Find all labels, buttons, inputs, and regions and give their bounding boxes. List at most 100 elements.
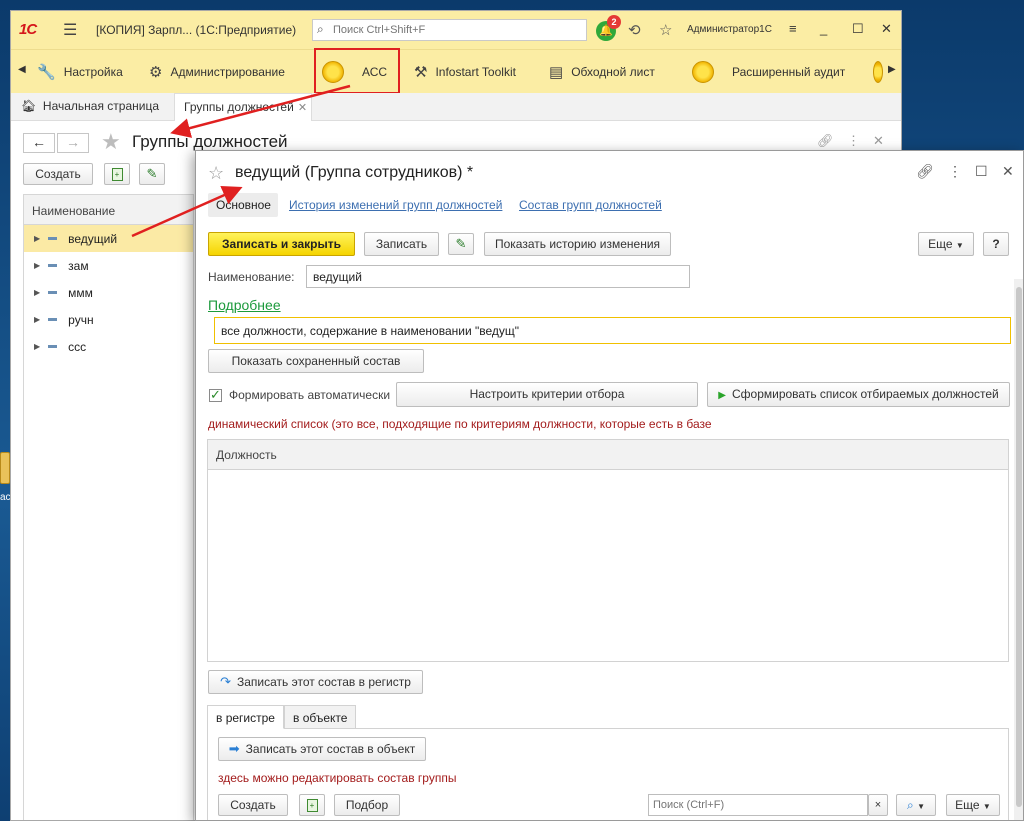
gear-icon: ⚙ — [149, 64, 163, 81]
details-link[interactable]: Подробнее — [208, 297, 281, 313]
tab-in-object[interactable]: в объекте — [284, 705, 357, 729]
auto-form-checkbox[interactable]: ✓ — [209, 387, 222, 402]
more-dots-icon[interactable]: ⋮ — [847, 133, 860, 149]
user-name[interactable]: Администратор1С — [687, 24, 772, 35]
menu-icon[interactable]: ☰ — [63, 20, 77, 40]
expand-triangle-icon[interactable]: ▶ — [34, 342, 40, 351]
group-icon — [48, 264, 58, 267]
maximize-icon[interactable]: ☐ — [975, 163, 988, 180]
group-icon — [48, 318, 58, 321]
tab-main[interactable]: Основное — [208, 193, 278, 217]
history-icon[interactable]: ⟲ — [628, 21, 641, 39]
coin-icon — [873, 61, 883, 83]
expand-triangle-icon[interactable]: ▶ — [34, 234, 40, 243]
help-button[interactable]: ? — [983, 232, 1009, 256]
favorite-star-icon[interactable]: ☆ — [208, 163, 224, 184]
global-search-input[interactable] — [333, 22, 583, 38]
group-icon — [48, 345, 58, 348]
edit-button[interactable]: ✎ — [448, 233, 474, 255]
forward-button[interactable]: → — [57, 133, 89, 153]
row-label: ведущий — [68, 231, 118, 246]
window-title: [КОПИЯ] Зарпл... (1С:Предприятие) — [96, 23, 297, 37]
table-row[interactable]: ▶ ссс — [24, 333, 193, 360]
position-groups-table: Наименование ▶ ведущий ▶ зам ▶ ммм ▶ ручн ▶ ссс — [23, 194, 194, 820]
section-infostart-toolkit[interactable]: ⚒ Infostart Toolkit — [414, 50, 516, 94]
section-settings[interactable]: 🔧 Настройка — [37, 50, 123, 94]
group-icon — [48, 237, 58, 240]
close-tab-icon[interactable]: ✕ — [298, 102, 307, 114]
section-extended-audit[interactable]: Расширенный аудит — [692, 50, 845, 94]
tab-position-groups[interactable]: Группы должностей ✕ — [174, 93, 312, 121]
redo-arrow-icon: ↷ — [220, 674, 231, 689]
link-icon[interactable]: 🔗︎ — [916, 163, 934, 180]
pick-button[interactable]: Подбор — [334, 794, 400, 816]
create-row-button[interactable]: Создать — [218, 794, 288, 816]
tools-icon: ⚒ — [414, 64, 428, 81]
row-label: ручн — [68, 312, 94, 327]
scrollbar-thumb[interactable] — [1016, 287, 1022, 807]
more-dots-icon[interactable]: ⋮ — [948, 163, 962, 180]
setup-criteria-button[interactable]: Настроить критерии отбора — [396, 382, 698, 407]
expand-triangle-icon[interactable]: ▶ — [34, 261, 40, 270]
arrow-right-icon: ➡ — [228, 741, 240, 756]
favorite-star-icon[interactable]: ★ — [101, 129, 121, 155]
scroll-left-icon[interactable]: ◀ — [18, 64, 26, 75]
create-button[interactable]: Создать — [23, 163, 93, 185]
name-input[interactable] — [306, 265, 690, 288]
table-row[interactable]: ▶ ручн — [24, 306, 193, 333]
build-positions-list-button[interactable]: ▶ Сформировать список отбираемых должност… — [707, 382, 1010, 407]
write-to-object-button[interactable]: ➡ Записать этот состав в объект — [218, 737, 426, 761]
scroll-right-icon[interactable]: ▶ — [888, 64, 896, 75]
edit-button[interactable]: ✎ — [139, 163, 165, 185]
table-search-input[interactable] — [648, 794, 868, 816]
app-logo: 1С — [19, 21, 37, 38]
table-row[interactable]: ▶ ведущий — [24, 225, 193, 252]
edit-composition-note: здесь можно редактировать состав группы — [218, 771, 457, 785]
section-bypass-list[interactable]: ▤ Обходной лист — [549, 50, 655, 94]
close-icon[interactable]: ✕ — [1002, 163, 1014, 180]
coin-icon — [692, 61, 714, 83]
chevron-down-icon: ▼ — [982, 802, 991, 811]
table-row[interactable]: ▶ ммм — [24, 279, 193, 306]
tab-history-link[interactable]: История изменений групп должностей — [289, 198, 502, 212]
clear-search-button[interactable]: × — [868, 794, 888, 816]
section-more[interactable] — [873, 50, 883, 94]
save-and-close-button[interactable]: Записать и закрыть — [208, 232, 355, 256]
more-button[interactable]: Еще ▼ — [918, 232, 974, 256]
expand-triangle-icon[interactable]: ▶ — [34, 288, 40, 297]
positions-table: Должность — [207, 439, 1009, 662]
desktop-folder-icon[interactable] — [0, 452, 10, 484]
copy-button[interactable]: + — [104, 163, 130, 185]
tab-home[interactable]: 🏠︎ Начальная страница — [21, 99, 159, 113]
copy-row-button[interactable]: + — [299, 794, 325, 816]
group-icon — [48, 291, 58, 294]
document-icon: + — [306, 799, 318, 813]
tab-composition-link[interactable]: Состав групп должностей — [519, 198, 662, 212]
write-to-register-button[interactable]: ↷ Записать этот состав в регистр — [208, 670, 423, 694]
minimize-icon[interactable]: _ — [820, 21, 827, 36]
home-icon: 🏠︎ — [21, 99, 37, 113]
form-scrollbar[interactable] — [1014, 279, 1023, 820]
tab-in-register[interactable]: в регистре — [207, 705, 284, 729]
maximize-icon[interactable]: ☐ — [852, 21, 864, 37]
details-input[interactable] — [214, 317, 1011, 344]
close-form-icon[interactable]: ✕ — [873, 133, 884, 149]
save-button[interactable]: Записать — [364, 232, 439, 256]
show-saved-button[interactable]: Показать сохраненный состав — [208, 349, 424, 373]
pen-icon: ✎ — [146, 166, 158, 181]
favorites-star-icon[interactable]: ☆ — [659, 21, 672, 39]
global-search[interactable]: ⌕ — [312, 19, 587, 41]
table-row[interactable]: ▶ зам — [24, 252, 193, 279]
search-button[interactable]: ⌕ ▼ — [896, 794, 936, 816]
annotation-highlight-box — [314, 48, 400, 94]
section-administration[interactable]: ⚙ Администрирование — [149, 50, 285, 94]
close-icon[interactable]: ✕ — [881, 21, 892, 37]
show-history-button[interactable]: Показать историю изменения — [484, 232, 671, 256]
more-button-bottom[interactable]: Еще ▼ — [946, 794, 1000, 816]
check-icon: ✓ — [210, 387, 221, 402]
open-tabs-bar: 🏠︎ Начальная страница Группы должностей ✕ — [11, 93, 901, 121]
link-icon[interactable]: 🔗︎ — [817, 133, 834, 149]
expand-triangle-icon[interactable]: ▶ — [34, 315, 40, 324]
back-button[interactable]: ← — [23, 133, 55, 153]
settings-lines-icon[interactable]: ≡ — [789, 21, 797, 36]
